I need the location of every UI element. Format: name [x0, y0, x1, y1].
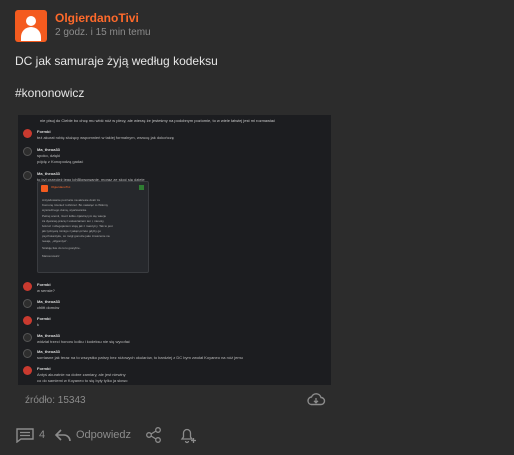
bell-plus-icon — [178, 426, 198, 444]
avatar — [23, 366, 32, 375]
user-icon — [26, 16, 36, 26]
comments-button[interactable]: 4 — [15, 424, 45, 446]
comment-icon — [15, 427, 35, 443]
reply-label: Odpowiedz — [76, 429, 132, 441]
comments-count: 4 — [39, 429, 46, 441]
avatar — [23, 316, 32, 325]
cloud-download-icon[interactable] — [306, 392, 326, 408]
notify-button[interactable] — [178, 424, 198, 446]
share-icon — [145, 426, 163, 444]
avatar — [23, 282, 32, 291]
post-text: DC jak samuraje żyją według kodeksu — [15, 54, 218, 68]
avatar — [23, 129, 32, 138]
post-tag[interactable]: #kononowicz — [15, 86, 84, 100]
post-time[interactable]: 2 godz. i 15 min temu — [55, 27, 151, 38]
reply-button[interactable]: Odpowiedz — [54, 424, 131, 446]
embedded-screenshot[interactable]: nie pisuj do Cieble bo chcę mu wbić nóż … — [18, 115, 331, 385]
post-author[interactable]: OlgierdanoTivi — [55, 11, 139, 25]
avatar — [23, 171, 32, 180]
avatar — [23, 299, 32, 308]
avatar — [23, 349, 32, 358]
avatar — [23, 147, 32, 156]
screenshot-header-text: nie pisuj do Cieble bo chcę mu wbić nóż … — [40, 118, 276, 123]
reply-icon — [54, 427, 72, 443]
status-badge — [139, 185, 144, 190]
avatar — [41, 185, 48, 192]
avatar — [23, 333, 32, 342]
share-button[interactable] — [145, 424, 163, 446]
post-card: OlgierdanoTivi 2 godz. i 15 min temu DC … — [0, 0, 514, 455]
source-label[interactable]: źródło: 15343 — [25, 395, 86, 406]
avatar[interactable] — [15, 10, 47, 42]
quoted-post: OlgierdanoTivi Antyśdowanie poczucie na … — [37, 181, 149, 273]
action-bar: 4 Odpowiedz — [0, 424, 514, 446]
